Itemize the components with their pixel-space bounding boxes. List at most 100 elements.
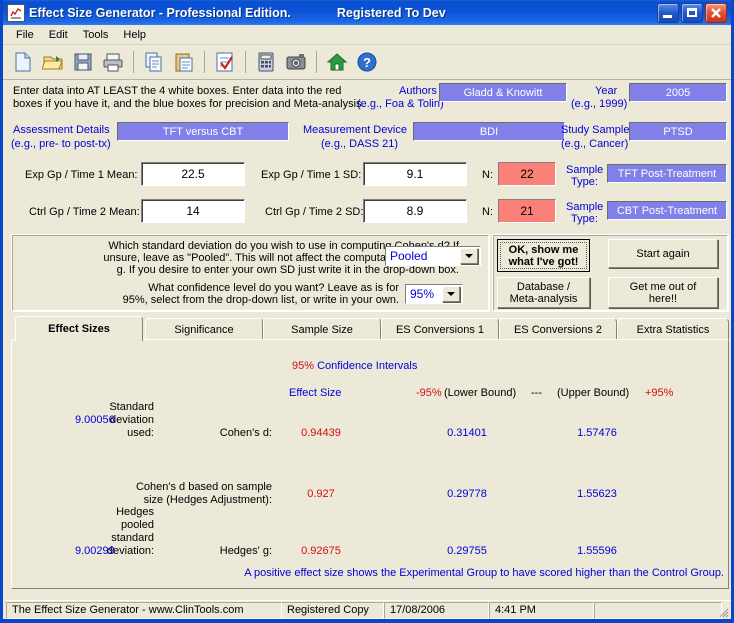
sd-used-label-1: Standard (109, 401, 154, 413)
paste-icon (175, 53, 193, 72)
close-button[interactable] (705, 3, 727, 23)
registration-label: Registered To Dev (336, 5, 446, 20)
sd-used-label-3: used: (127, 427, 154, 439)
paste-button[interactable] (170, 48, 198, 76)
ok-button-line2: what I've got! (508, 255, 579, 268)
checklist-button[interactable] (211, 48, 239, 76)
row-value-hedges-adj: 0.927 (307, 488, 335, 500)
exit-button[interactable]: Get me out of here!! (608, 277, 718, 308)
copy-button[interactable] (140, 48, 168, 76)
status-extra (594, 601, 722, 619)
col-header-dash: --- (531, 387, 542, 399)
year-label: Year (595, 85, 618, 97)
tab-extra-statistics-label: Extra Statistics (636, 323, 710, 336)
hedges-sd-value: 9.00299 (75, 545, 115, 557)
sd-type-dropdown[interactable]: Pooled (385, 246, 481, 266)
resize-grip-icon[interactable] (717, 606, 729, 618)
calculator-button[interactable] (252, 48, 280, 76)
row-value-cohens-d: 0.94439 (301, 427, 341, 439)
exp-mean-label: Exp Gp / Time 1 Mean: (25, 169, 138, 181)
row-lower-cohens-d: 0.31401 (447, 427, 487, 439)
tab-es-conversions-1[interactable]: ES Conversions 1 (381, 318, 499, 340)
status-app-label: The Effect Size Generator - www.ClinTool… (6, 601, 282, 619)
status-date: 17/08/2006 (384, 601, 489, 619)
tab-effect-sizes[interactable]: Effect Sizes (15, 316, 143, 341)
menu-edit[interactable]: Edit (42, 27, 75, 43)
minimize-button[interactable] (657, 3, 679, 23)
confidence-level-value: 95% (410, 287, 435, 301)
database-button-line2: Meta-analysis (509, 292, 578, 305)
tab-strip: Effect Sizes Significance Sample Size ES… (11, 316, 729, 341)
exp-sd-input[interactable]: 9.1 (363, 162, 467, 186)
ok-button[interactable]: OK, show me what I've got! (497, 239, 590, 272)
exp-mean-input[interactable]: 22.5 (141, 162, 245, 186)
print-button[interactable] (99, 48, 127, 76)
chevron-down-icon[interactable] (442, 286, 460, 302)
ctrl-n-input[interactable]: 21 (498, 199, 556, 223)
ci-question-line1: What confidence level do you want? Leave… (148, 282, 399, 294)
new-button[interactable] (9, 48, 37, 76)
menu-tools[interactable]: Tools (76, 27, 116, 43)
exp-n-input[interactable]: 22 (498, 162, 556, 186)
maximize-button[interactable] (681, 3, 703, 23)
assessment-field[interactable]: TFT versus CBT (117, 122, 289, 141)
row-lower-hedges-g: 0.29755 (447, 545, 487, 557)
year-field[interactable]: 2005 (629, 83, 727, 102)
tab-significance-label: Significance (174, 323, 234, 336)
col-header-upper-text: (Upper Bound) (557, 387, 630, 399)
ctrl-n-label: N: (482, 206, 493, 218)
tab-extra-statistics[interactable]: Extra Statistics (617, 318, 729, 340)
open-button[interactable] (39, 48, 67, 76)
row-upper-hedges-adj: 1.55623 (577, 488, 617, 500)
sample-label: Study Sample (561, 124, 630, 136)
tab-sample-size[interactable]: Sample Size (263, 318, 381, 340)
start-again-button[interactable]: Start again (608, 239, 718, 268)
chevron-down-icon[interactable] (460, 248, 478, 264)
toolbar: ? (3, 45, 731, 80)
print-icon (103, 53, 123, 72)
tab-es-conversions-2[interactable]: ES Conversions 2 (499, 318, 617, 340)
database-button[interactable]: Database / Meta-analysis (497, 277, 590, 308)
authors-label: Authors (399, 85, 437, 97)
help-icon: ? (357, 52, 377, 72)
confidence-level-dropdown[interactable]: 95% (405, 284, 463, 304)
menu-file[interactable]: File (9, 27, 41, 43)
device-label: Measurement Device (303, 124, 407, 136)
camera-button[interactable] (282, 48, 310, 76)
exit-button-line1: Get me out of (629, 280, 697, 293)
tab-es-conversions-1-label: ES Conversions 1 (395, 323, 485, 336)
col-header-lower-text: (Lower Bound) (444, 387, 517, 399)
home-button[interactable] (323, 48, 351, 76)
authors-field[interactable]: Gladd & Knowitt (439, 83, 567, 102)
help-button[interactable]: ? (353, 48, 381, 76)
tab-sample-size-label: Sample Size (291, 323, 353, 336)
hedges-sd-label-1: Hedges (116, 506, 154, 518)
col-header-upper-pct: +95% (645, 387, 674, 399)
save-button[interactable] (69, 48, 97, 76)
sample-field[interactable]: PTSD (629, 122, 727, 141)
exp-sample-type-label-2: Type: (571, 176, 598, 188)
toolbar-separator (245, 51, 246, 73)
chart-icon (10, 6, 22, 19)
row-label-hedges-adj-2: size (Hedges Adjustment): (143, 494, 272, 506)
row-upper-hedges-g: 1.55596 (577, 545, 617, 557)
ctrl-sd-input[interactable]: 8.9 (363, 199, 467, 223)
close-icon (711, 8, 721, 18)
tab-significance[interactable]: Significance (145, 318, 263, 340)
device-hint: (e.g., DASS 21) (321, 138, 399, 150)
exp-sample-type-label-1: Sample (566, 164, 604, 176)
new-icon (15, 52, 31, 72)
results-panel: 95% Confidence Intervals Effect Size -95… (11, 339, 729, 589)
toolbar-separator (133, 51, 134, 73)
ctrl-sample-type-field[interactable]: CBT Post-Treatment (607, 201, 727, 220)
menu-help[interactable]: Help (116, 27, 153, 43)
sd-type-value: Pooled (390, 249, 428, 263)
copy-icon (145, 52, 162, 72)
col-header-lower-pct: -95% (416, 387, 442, 399)
exp-sample-type-field[interactable]: TFT Post-Treatment (607, 164, 727, 183)
row-upper-cohens-d: 1.57476 (577, 427, 617, 439)
toolbar-separator (316, 51, 317, 73)
status-bar: The Effect Size Generator - www.ClinTool… (6, 600, 731, 619)
device-field[interactable]: BDI (413, 122, 565, 141)
ctrl-mean-input[interactable]: 14 (141, 199, 245, 223)
